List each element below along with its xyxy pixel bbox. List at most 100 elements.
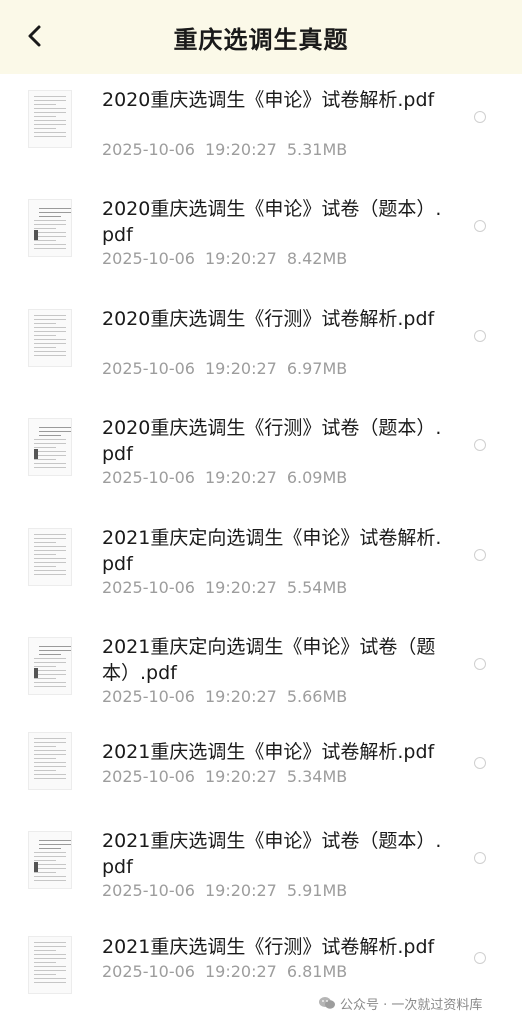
file-date: 2025-10-06 bbox=[102, 962, 195, 981]
thumbnail-text-line bbox=[34, 228, 56, 229]
pdf-thumbnail bbox=[28, 732, 72, 790]
file-time: 19:20:27 bbox=[204, 140, 277, 159]
thumbnail-text-line bbox=[34, 766, 66, 767]
app-screen: 重庆选调生真题 2020重庆选调生《申论》试卷解析.pdf 2025-10-06… bbox=[0, 0, 522, 1024]
select-radio[interactable] bbox=[474, 852, 486, 864]
thumbnail-mark bbox=[34, 230, 38, 240]
file-time: 19:20:27 bbox=[204, 881, 277, 900]
file-item[interactable]: 2020重庆选调生《申论》试卷（题本）.pdf 2025-10-06 19:20:… bbox=[0, 188, 522, 288]
thumbnail-text-line bbox=[34, 459, 56, 460]
thumbnail-text-line bbox=[34, 746, 56, 747]
thumbnail-text-line bbox=[34, 562, 66, 563]
thumbnail-text-line bbox=[34, 674, 66, 675]
thumbnail-text-line bbox=[34, 546, 66, 547]
file-time: 19:20:27 bbox=[204, 359, 277, 378]
file-item[interactable]: 2021重庆定向选调生《申论》试卷（题本）.pdf 2025-10-06 19:2… bbox=[0, 626, 522, 726]
file-size: 5.31MB bbox=[286, 140, 348, 159]
thumbnail-text-line bbox=[34, 868, 66, 869]
thumbnail-text-line bbox=[34, 112, 66, 113]
thumbnail-text-line bbox=[34, 962, 56, 963]
file-item[interactable]: 2020重庆选调生《申论》试卷解析.pdf 2025-10-06 19:20:27… bbox=[0, 79, 522, 179]
thumbnail-text-line bbox=[34, 958, 66, 959]
select-radio[interactable] bbox=[474, 757, 486, 769]
thumbnail-text-line bbox=[34, 534, 66, 535]
file-time: 19:20:27 bbox=[204, 578, 277, 597]
file-size: 5.54MB bbox=[286, 578, 348, 597]
thumbnail-mark bbox=[34, 449, 38, 459]
select-radio[interactable] bbox=[474, 952, 486, 964]
file-meta: 2025-10-06 19:20:27 6.81MB bbox=[102, 962, 347, 981]
file-meta: 2025-10-06 19:20:27 6.97MB bbox=[102, 359, 347, 378]
thumbnail-text-line bbox=[34, 355, 66, 356]
thumbnail-text-line bbox=[34, 754, 66, 755]
thumbnail-text-line bbox=[34, 347, 56, 348]
select-radio[interactable] bbox=[474, 439, 486, 451]
thumbnail-text-line bbox=[34, 860, 56, 861]
file-item[interactable]: 2021重庆定向选调生《申论》试卷解析.pdf 2025-10-06 19:20:… bbox=[0, 517, 522, 617]
file-date: 2025-10-06 bbox=[102, 767, 195, 786]
thumbnail-text-line bbox=[34, 351, 66, 352]
file-item[interactable]: 2021重庆选调生《申论》试卷（题本）.pdf 2025-10-06 19:20:… bbox=[0, 820, 522, 920]
thumbnail-text-line bbox=[34, 762, 66, 763]
thumbnail-text-line bbox=[34, 686, 66, 687]
file-name: 2020重庆选调生《行测》试卷（题本）.pdf bbox=[102, 417, 442, 465]
thumbnail-text-line bbox=[34, 343, 66, 344]
file-item[interactable]: 2020重庆选调生《行测》试卷解析.pdf 2025-10-06 19:20:27… bbox=[0, 298, 522, 398]
select-radio[interactable] bbox=[474, 220, 486, 232]
pdf-thumbnail bbox=[28, 831, 72, 889]
thumbnail-text-line bbox=[34, 750, 66, 751]
thumbnail-text-line bbox=[39, 431, 71, 432]
thumbnail-text-line bbox=[34, 463, 66, 464]
thumbnail-text-line bbox=[34, 335, 56, 336]
file-date: 2025-10-06 bbox=[102, 468, 195, 487]
file-meta: 2025-10-06 19:20:27 5.66MB bbox=[102, 687, 347, 706]
file-date: 2025-10-06 bbox=[102, 578, 195, 597]
thumbnail-text-line bbox=[34, 236, 66, 237]
file-name: 2021重庆选调生《申论》试卷（题本）.pdf bbox=[102, 830, 442, 878]
file-size: 6.97MB bbox=[286, 359, 348, 378]
thumbnail-text-line bbox=[34, 240, 56, 241]
thumbnail-text-line bbox=[34, 136, 66, 137]
thumbnail-text-line bbox=[34, 770, 56, 771]
thumbnail-text-line bbox=[34, 852, 66, 853]
thumbnail-text-line bbox=[34, 554, 56, 555]
file-size: 5.91MB bbox=[286, 881, 348, 900]
thumbnail-text-line bbox=[34, 124, 66, 125]
file-item[interactable]: 2020重庆选调生《行测》试卷（题本）.pdf 2025-10-06 19:20:… bbox=[0, 407, 522, 507]
file-date: 2025-10-06 bbox=[102, 687, 195, 706]
thumbnail-text-line bbox=[34, 942, 66, 943]
thumbnail-text-line bbox=[34, 982, 66, 983]
file-name: 2020重庆选调生《行测》试卷解析.pdf bbox=[102, 308, 435, 330]
thumbnail-text-line bbox=[34, 872, 56, 873]
file-size: 6.81MB bbox=[286, 962, 348, 981]
select-radio[interactable] bbox=[474, 111, 486, 123]
thumbnail-text-line bbox=[34, 104, 56, 105]
file-name: 2020重庆选调生《申论》试卷（题本）.pdf bbox=[102, 198, 442, 246]
thumbnail-text-line bbox=[34, 678, 56, 679]
file-time: 19:20:27 bbox=[204, 962, 277, 981]
thumbnail-text-line bbox=[39, 216, 61, 217]
file-name: 2021重庆定向选调生《申论》试卷（题本）.pdf bbox=[102, 636, 436, 684]
file-name: 2020重庆选调生《申论》试卷解析.pdf bbox=[102, 89, 435, 111]
select-radio[interactable] bbox=[474, 658, 486, 670]
file-time: 19:20:27 bbox=[204, 249, 277, 268]
select-radio[interactable] bbox=[474, 549, 486, 561]
thumbnail-text-line bbox=[34, 132, 66, 133]
file-time: 19:20:27 bbox=[204, 767, 277, 786]
thumbnail-text-line bbox=[34, 128, 56, 129]
file-size: 5.34MB bbox=[286, 767, 348, 786]
thumbnail-text-line bbox=[34, 946, 66, 947]
thumbnail-text-line bbox=[34, 670, 66, 671]
wechat-icon bbox=[319, 997, 335, 1009]
thumbnail-text-line bbox=[34, 331, 66, 332]
thumbnail-text-line bbox=[34, 950, 56, 951]
file-size: 5.66MB bbox=[286, 687, 348, 706]
file-date: 2025-10-06 bbox=[102, 359, 195, 378]
header-bar: 重庆选调生真题 bbox=[0, 0, 522, 74]
select-radio[interactable] bbox=[474, 330, 486, 342]
pdf-thumbnail bbox=[28, 90, 72, 148]
thumbnail-mark bbox=[34, 862, 38, 872]
back-button[interactable] bbox=[18, 19, 52, 53]
file-size: 8.42MB bbox=[286, 249, 348, 268]
thumbnail-text-line bbox=[34, 224, 66, 225]
